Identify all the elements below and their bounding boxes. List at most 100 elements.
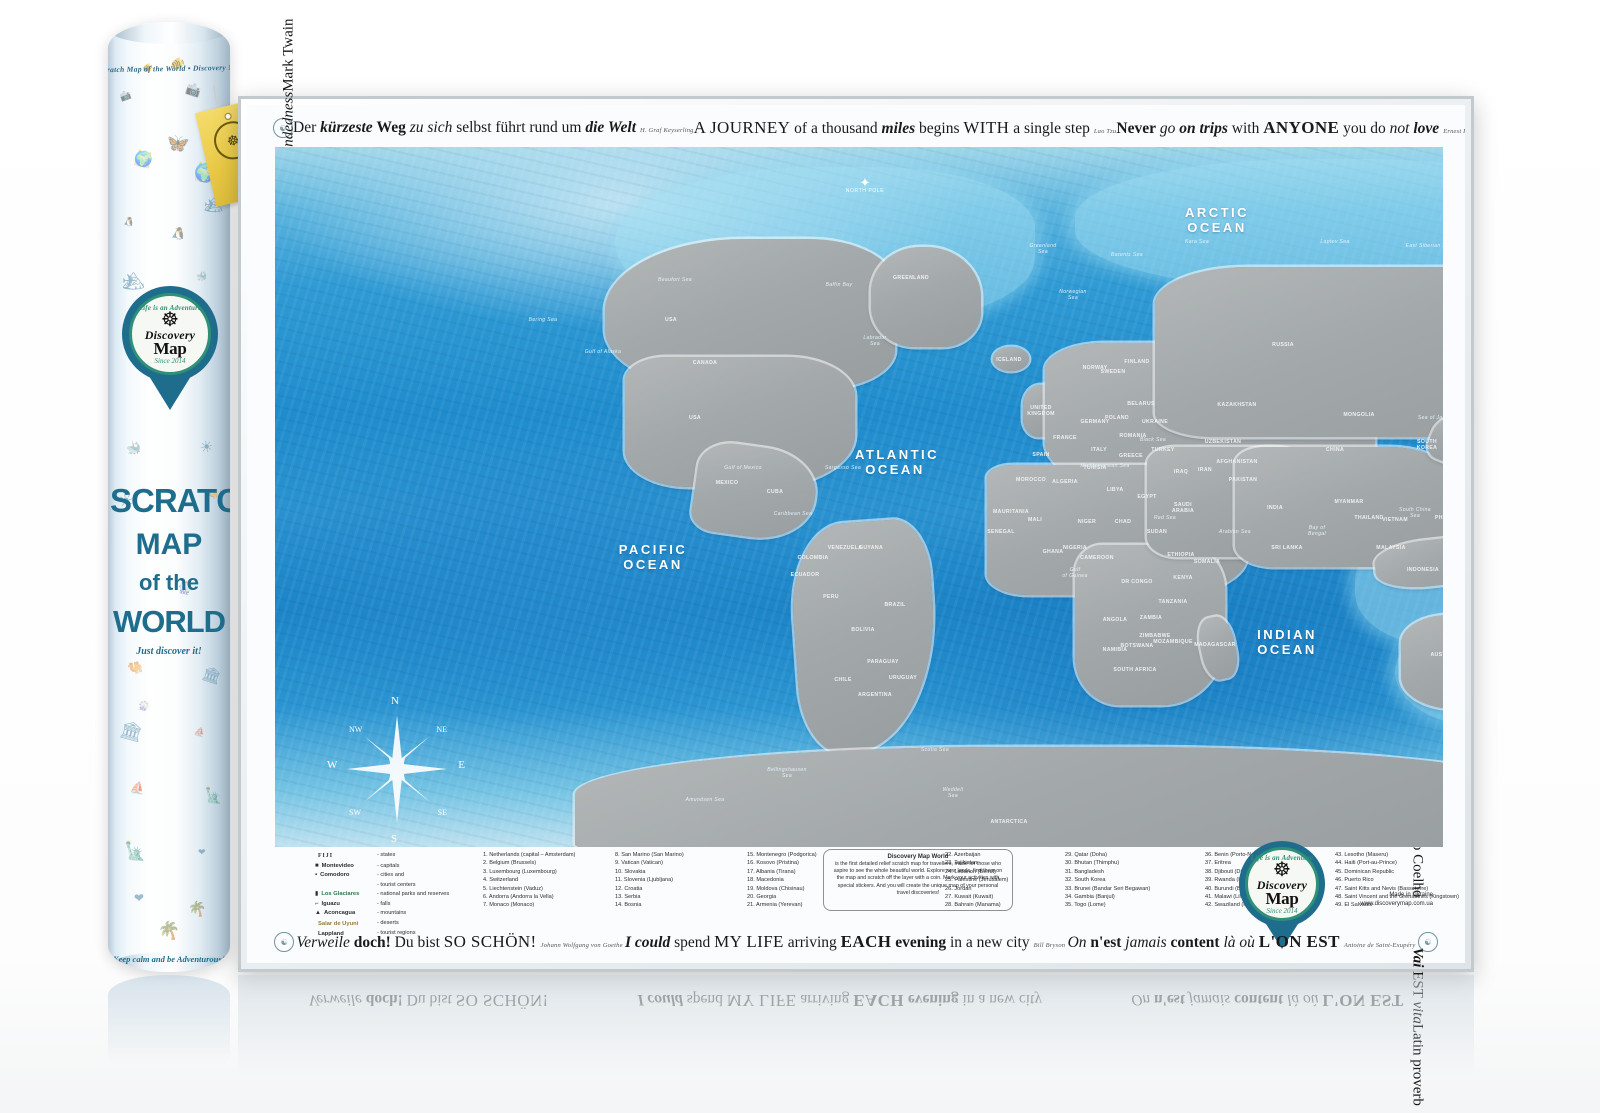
country-list-item: 29. Qatar (Doha) bbox=[1065, 852, 1107, 858]
surface-reflection: Verweile doch! Du bist SO SCHÖN! I could … bbox=[0, 975, 1600, 1113]
quote-top-0: Der kürzeste Weg zu sich selbst führt ru… bbox=[293, 119, 694, 136]
legend-symbol-icon: ■ bbox=[315, 862, 319, 869]
reflection-quote: Verweile doch! Du bist SO SCHÖN! bbox=[308, 991, 549, 1010]
sea-label: Bellingshausen Sea bbox=[767, 767, 807, 779]
sea-label: Red Sea bbox=[1153, 515, 1177, 521]
country-list-item: 10. Slovakia bbox=[615, 868, 646, 875]
tube-heading-ofthe: of the bbox=[139, 570, 199, 595]
legend-row: ⌐ Iguazu - falls bbox=[315, 900, 463, 908]
country-list-item: 8. San Marino (San Marino) bbox=[615, 852, 684, 858]
country-label: POLAND bbox=[1104, 415, 1129, 421]
country-label: ETHIOPIA bbox=[1167, 552, 1195, 558]
sea-label: Scotia Sea bbox=[920, 747, 950, 753]
country-column: 1. Netherlands (capital – Amsterdam) 2. B… bbox=[483, 851, 575, 910]
tube-doodle-icon: 🎡 bbox=[136, 699, 151, 713]
product-photo-scene: ⚓⚓🕌🕌⛰⛰✈✈🗼🗼☀☀🐫🐫🏛🏛⛵⛵🗽🗽❤❤🌴🌴🐠🐠🦋🦋🎡🎡📷📷🌍🌍🐧🐧🏔🏔🐋🐋… bbox=[0, 0, 1600, 1113]
country-label: GREECE bbox=[1118, 453, 1143, 459]
legend-key: ⌐ Iguazu bbox=[315, 900, 377, 908]
legend-key: ■ Montevideo bbox=[315, 862, 377, 870]
country-label: MONGOLIA bbox=[1343, 412, 1375, 418]
quote-top-2: Never go on trips with ANYONE you do not… bbox=[1116, 118, 1465, 137]
blurb-title: Discovery Map World bbox=[887, 854, 949, 860]
legend-symbol-icon: ▮ bbox=[315, 891, 319, 897]
ocean-label: PACIFIC OCEAN bbox=[618, 542, 688, 572]
country-list-item: 4. Switzerland bbox=[483, 877, 519, 884]
country-label: SWEDEN bbox=[1100, 369, 1126, 375]
sea-label: Gulf of Mexico bbox=[724, 465, 762, 471]
country-list-item: 31. Bangladesh bbox=[1065, 868, 1104, 875]
ocean-label: INDIAN OCEAN bbox=[1257, 627, 1317, 657]
sea-label: Barents Sea bbox=[1111, 252, 1143, 258]
logo-brand-map: Map bbox=[1265, 888, 1299, 908]
legend-meaning: - national parks and reserves bbox=[377, 891, 450, 897]
stamp-icon: ☯ bbox=[274, 932, 295, 952]
country-label: BRAZIL bbox=[884, 602, 906, 608]
country-label: BOTSWANA bbox=[1120, 643, 1154, 649]
country-label: ECUADOR bbox=[790, 572, 820, 578]
country-label: CHINA bbox=[1325, 447, 1345, 453]
legend-key: ▲ Aconcagua bbox=[315, 909, 377, 917]
reflection-tube bbox=[108, 975, 230, 1075]
compass-n: N bbox=[391, 695, 399, 707]
sea-label: East Siberian Sea bbox=[1405, 243, 1443, 249]
legend-row: ▮ Los Glaciares - national parks and reser… bbox=[315, 890, 463, 898]
country-label: PERU bbox=[823, 594, 839, 600]
badge-since: Since 2014 bbox=[154, 356, 186, 365]
ocean-label: ARCTIC OCEAN bbox=[1184, 205, 1250, 235]
globe-bicycle-icon: ☸ bbox=[161, 308, 179, 331]
compass-w: W bbox=[327, 759, 338, 771]
tube-doodle-icon: 🏛 bbox=[199, 664, 224, 687]
sea-label: Kara Sea bbox=[1184, 239, 1210, 245]
country-label: TANZANIA bbox=[1158, 599, 1188, 605]
tube-heading-just: Just discover it! bbox=[136, 646, 202, 657]
country-label: ZAMBIA bbox=[1139, 615, 1163, 621]
tube-doodle-icon: 📷 bbox=[118, 89, 133, 103]
country-label: UZBEKISTAN bbox=[1204, 439, 1242, 445]
tube-doodle-icon: 🐧 bbox=[171, 226, 188, 242]
country-list-item: 30. Bhutan (Thimphu) bbox=[1065, 860, 1120, 867]
legend-sample-name: FIJI bbox=[318, 853, 333, 859]
compass-rose: N S W E NW NE SW SE bbox=[327, 695, 465, 845]
legend-row: FIJI - states bbox=[315, 851, 463, 860]
compass-nw: NW bbox=[349, 725, 363, 734]
sea-label: Caribbean Sea bbox=[773, 511, 813, 517]
country-list-item: 19. Moldova (Chisinau) bbox=[747, 885, 805, 892]
legend-meaning: - cities and bbox=[377, 872, 405, 878]
logo-since: Since 2014 bbox=[1266, 906, 1298, 915]
country-label: SOUTH AFRICA bbox=[1113, 667, 1157, 673]
country-list-item: 46. Puerto Rico bbox=[1335, 877, 1374, 884]
globe-bicycle-icon: ☸ bbox=[1273, 858, 1291, 881]
sea-label: Bering Sea bbox=[528, 317, 558, 323]
country-label: USA bbox=[664, 317, 677, 323]
tube-doodle-icon: 🐋 bbox=[195, 270, 208, 282]
country-list-item: 18. Macedonia bbox=[747, 877, 784, 884]
country-label: IRAQ bbox=[1173, 469, 1189, 475]
country-label: SRI LANKA bbox=[1271, 545, 1303, 551]
country-label: CANADA bbox=[692, 360, 718, 366]
country-list-item: 21. Armenia (Yerevan) bbox=[747, 902, 803, 909]
country-label: RUSSIA bbox=[1272, 342, 1294, 348]
sea-label: Sargasso Sea bbox=[824, 465, 862, 471]
tube-heading-map: MAP bbox=[135, 528, 203, 561]
country-label: ZIMBABWE bbox=[1139, 633, 1171, 639]
country-label: SOMALIA bbox=[1193, 559, 1221, 565]
country-label: PARAGUAY bbox=[867, 659, 899, 665]
tube-heading-scratch: SCRATCH bbox=[110, 482, 230, 519]
country-list-item: 14. Bosnia bbox=[615, 902, 642, 909]
reflection-quote: On n'est jamais content là où L'ON EST bbox=[1131, 991, 1404, 1010]
sea-label: Sea of Japan bbox=[1417, 415, 1443, 421]
sea-label: Labrador Sea bbox=[863, 335, 887, 347]
bottom-quote-band: ☯ Verweile doch! Du bist SO SCHÖN! Johann… bbox=[247, 925, 1465, 959]
legend-sample-name: Aconcagua bbox=[323, 910, 356, 916]
logo-disc: Life is an Adventure ☸ Discovery Map Sin… bbox=[1245, 847, 1319, 921]
website-label: www.discoverymap.com.ua bbox=[1360, 901, 1433, 907]
country-label: ARGENTINA bbox=[858, 692, 892, 698]
country-list-item: 20. Georgia bbox=[747, 894, 777, 901]
sea-label: Greenland Sea bbox=[1029, 243, 1057, 255]
country-list-item: 9. Vatican (Vatican) bbox=[615, 860, 663, 867]
country-label: INDIA bbox=[1267, 505, 1283, 511]
country-list-item: 16. Kosovo (Pristina) bbox=[747, 860, 799, 867]
tube-doodle-icon: 🗽 bbox=[203, 786, 224, 805]
quote-bottom-1: I could spend MY LIFE arriving EACH even… bbox=[625, 932, 1066, 951]
country-label: GREENLAND bbox=[892, 275, 929, 281]
